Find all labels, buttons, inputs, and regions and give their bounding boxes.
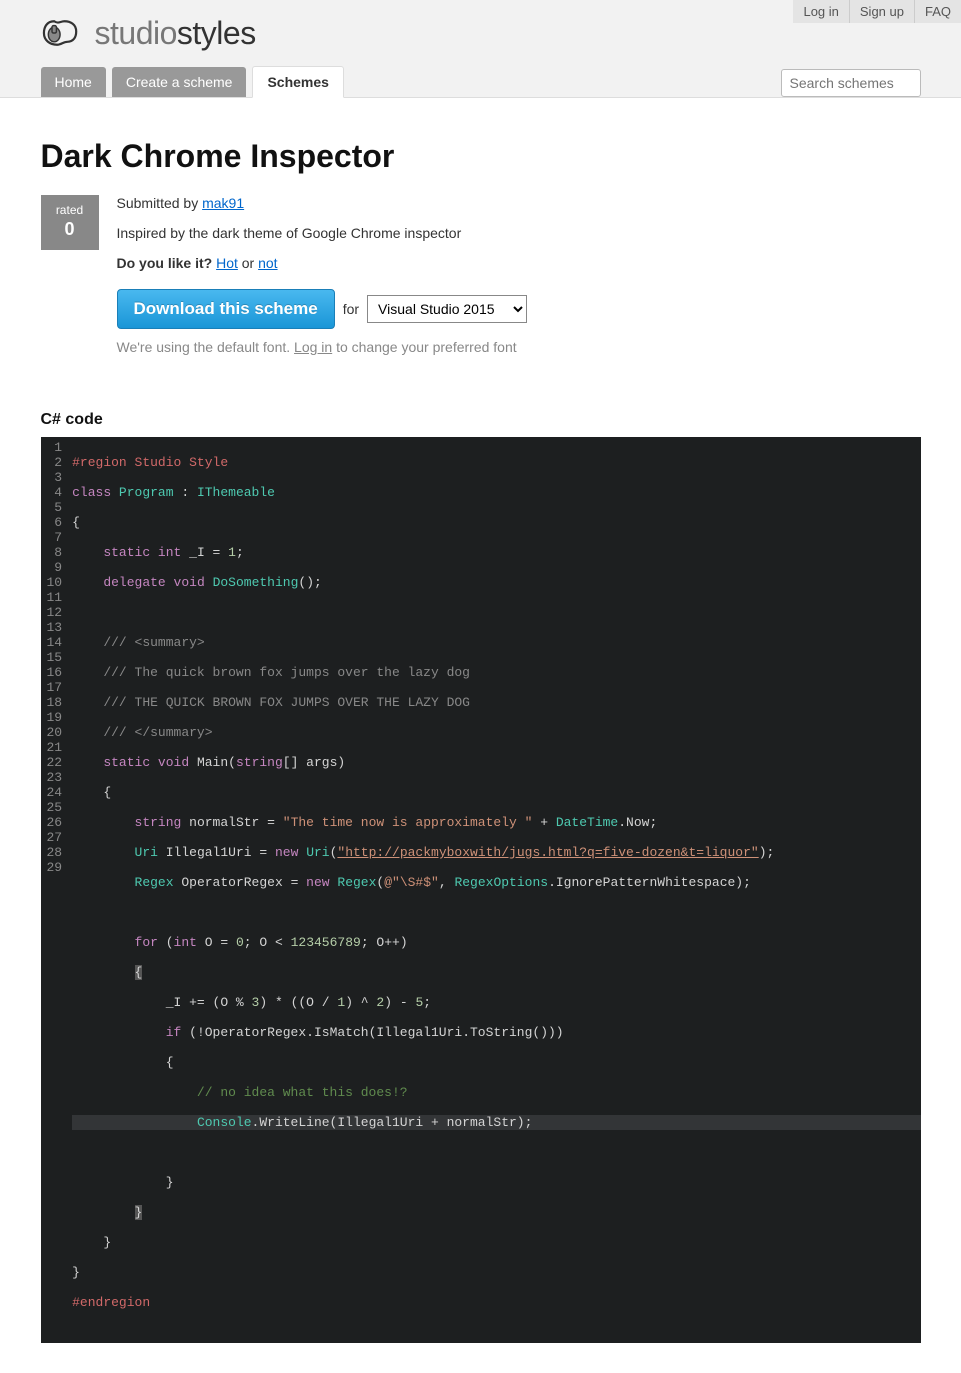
search-input[interactable] <box>781 69 921 97</box>
code-body: #region Studio Style class Program : ITh… <box>72 437 920 1343</box>
tab-create-scheme[interactable]: Create a scheme <box>112 67 247 97</box>
hot-link[interactable]: Hot <box>216 255 238 271</box>
line-gutter: 1234567891011121314151617181920212223242… <box>41 437 73 1343</box>
submitted-by: Submitted by mak91 <box>117 195 921 211</box>
nav-tabs: Home Create a scheme Schemes <box>41 66 921 97</box>
header: studiostyles Home Create a scheme Scheme… <box>0 0 961 98</box>
for-label: for <box>343 301 359 317</box>
tab-home[interactable]: Home <box>41 67 106 97</box>
download-button[interactable]: Download this scheme <box>117 289 335 329</box>
code-section-heading: C# code <box>41 411 921 429</box>
rating-value: 0 <box>41 219 99 240</box>
rating-label: rated <box>41 203 99 217</box>
vs-version-select[interactable]: Visual Studio 2015 <box>367 295 527 323</box>
not-link[interactable]: not <box>258 255 277 271</box>
tab-schemes[interactable]: Schemes <box>252 66 343 98</box>
font-note: We're using the default font. Log in to … <box>117 339 921 355</box>
brand-text: studiostyles <box>95 15 256 52</box>
logo-row: studiostyles <box>41 8 921 66</box>
font-note-login-link[interactable]: Log in <box>294 339 332 355</box>
author-link[interactable]: mak91 <box>202 195 244 211</box>
code-pane: 1234567891011121314151617181920212223242… <box>41 437 921 1343</box>
logo-icon <box>41 14 85 52</box>
rating-box: rated 0 <box>41 195 99 250</box>
page-title: Dark Chrome Inspector <box>41 138 921 175</box>
like-prompt: Do you like it? Hot or not <box>117 255 921 271</box>
scheme-description: Inspired by the dark theme of Google Chr… <box>117 225 921 241</box>
main-content: Dark Chrome Inspector rated 0 Submitted … <box>31 98 931 1373</box>
